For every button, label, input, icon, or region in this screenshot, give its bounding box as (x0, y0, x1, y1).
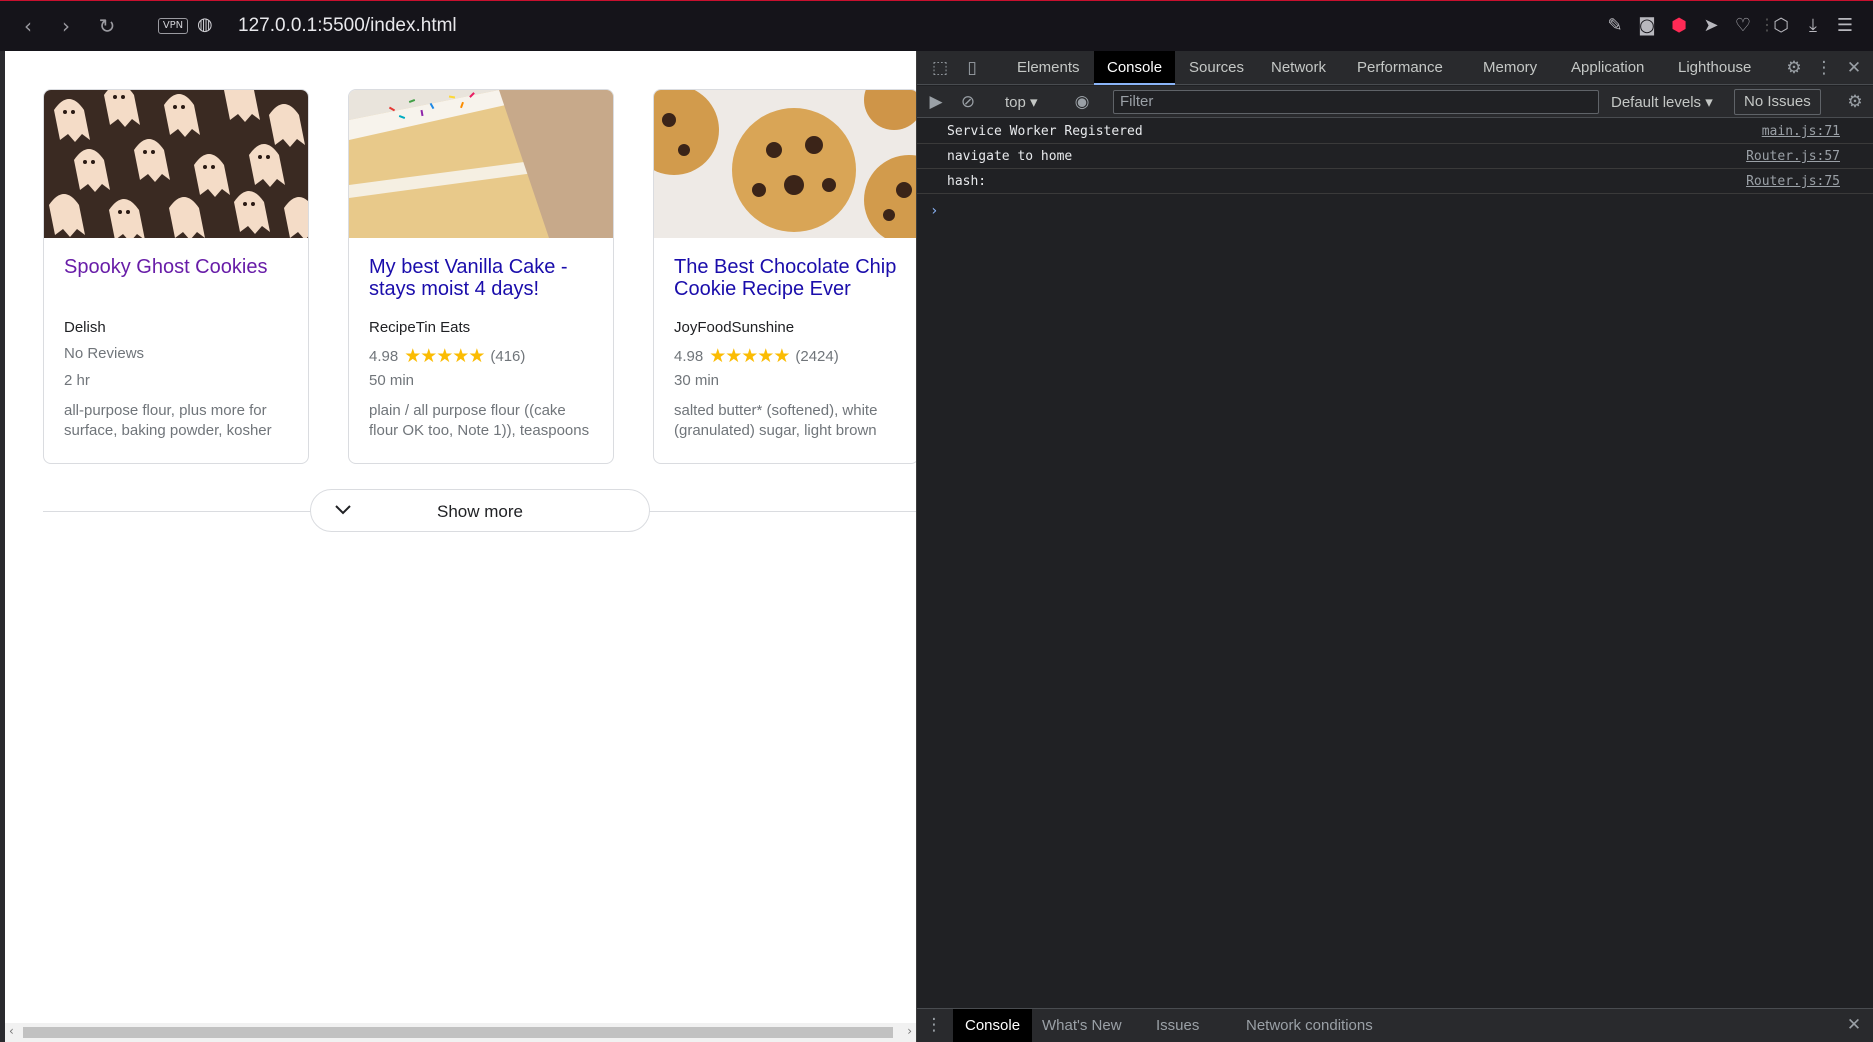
globe-icon[interactable]: ◍ (197, 14, 213, 35)
close-icon[interactable]: ✕ (1843, 57, 1865, 79)
review-count: (416) (490, 347, 526, 365)
reviews-text: No Reviews (64, 345, 145, 362)
drawer-menu-icon[interactable]: ⋮ (923, 1014, 945, 1036)
edit-icon[interactable]: ✎ (1599, 13, 1631, 39)
recipe-source: RecipeTin Eats (369, 319, 471, 336)
log-message: navigate to home (947, 149, 1073, 164)
scrollbar-thumb[interactable] (23, 1027, 893, 1038)
recipe-title[interactable]: Spooky Ghost Cookies (64, 256, 294, 278)
recipe-ingredients: salted butter* (softened), white (granul… (674, 402, 878, 439)
log-message: hash: (947, 174, 987, 189)
sidebar-toggle-icon[interactable]: ▶ (925, 91, 947, 113)
reload-icon[interactable]: ↻ (95, 13, 119, 39)
download-icon[interactable]: ⤓ (1797, 13, 1829, 39)
recipe-card[interactable]: Spooky Ghost Cookies Delish No Reviews 2… (43, 89, 309, 464)
scroll-right-icon[interactable]: › (907, 1024, 912, 1038)
shield-icon[interactable]: ⬢ (1663, 13, 1695, 39)
log-source-link[interactable]: main.js:71 (1762, 119, 1840, 144)
browser-toolbar: ‹ › ↻ VPN ◍ 127.0.0.1:5500/index.html ✎ … (0, 0, 1873, 51)
more-options-icon[interactable]: ⋮ (1813, 57, 1835, 79)
recipe-ingredients: plain / all purpose flour ((cake flour O… (369, 402, 590, 439)
back-icon[interactable]: ‹ (16, 13, 40, 39)
device-toolbar-icon[interactable]: ▯ (961, 57, 983, 79)
recipe-time: 30 min (674, 372, 720, 389)
log-entry: Service Worker Registered main.js:71 (917, 119, 1873, 144)
filter-input[interactable]: Filter (1113, 90, 1599, 114)
drawer-tab-whats-new[interactable]: What's New (1030, 1009, 1134, 1042)
recipe-rating: 4.98 ★★★★★ (2424) (674, 345, 839, 367)
drawer-tab-issues[interactable]: Issues (1144, 1009, 1211, 1042)
camera-icon[interactable]: ◙ (1631, 13, 1663, 39)
forward-icon[interactable]: › (54, 13, 78, 39)
recipe-image (44, 90, 308, 238)
rating-value: 4.98 (674, 347, 704, 365)
inspect-element-icon[interactable]: ⬚ (929, 57, 951, 79)
log-message: Service Worker Registered (947, 124, 1143, 139)
console-log: Service Worker Registered main.js:71 nav… (917, 119, 1873, 219)
issues-button[interactable]: No Issues (1734, 89, 1821, 115)
recipe-title[interactable]: My best Vanilla Cake - stays moist 4 day… (369, 256, 599, 300)
recipe-rating: No Reviews (64, 345, 144, 362)
toolbar-icons: ✎ ◙ ⬢ ➤ ♡ ⋮ ⬡ ⤓ ☰ (1599, 13, 1861, 39)
tab-console[interactable]: Console (1094, 51, 1176, 85)
star-rating-icon: ★★★★★ (404, 345, 485, 367)
drawer-tab-network-conditions[interactable]: Network conditions (1234, 1009, 1385, 1042)
star-rating-icon: ★★★★★ (709, 345, 790, 367)
context-label: top (1005, 94, 1026, 111)
recipe-card[interactable]: The Best Chocolate Chip Cookie Recipe Ev… (653, 89, 916, 464)
tab-lighthouse[interactable]: Lighthouse (1665, 51, 1764, 85)
drawer-tab-console[interactable]: Console (953, 1009, 1033, 1042)
recipe-source: JoyFoodSunshine (674, 319, 795, 336)
gear-icon[interactable]: ⚙ (1783, 57, 1805, 79)
scroll-left-icon[interactable]: ‹ (9, 1024, 14, 1038)
vpn-badge[interactable]: VPN (158, 18, 188, 34)
log-levels-dropdown[interactable]: Default levels ▾ (1611, 93, 1713, 111)
context-selector[interactable]: top ▾ (1005, 93, 1038, 111)
log-entry: hash: Router.js:75 (917, 169, 1873, 194)
recipe-image (349, 90, 613, 238)
drawer-close-icon[interactable]: ✕ (1843, 1014, 1865, 1036)
page-viewport: Spooky Ghost Cookies Delish No Reviews 2… (0, 51, 916, 1042)
log-source-link[interactable]: Router.js:57 (1746, 144, 1840, 169)
recipe-time: 50 min (369, 372, 415, 389)
devtools-drawer: ⋮ Console What's New Issues Network cond… (917, 1008, 1873, 1042)
recipe-card[interactable]: My best Vanilla Cake - stays moist 4 day… (348, 89, 614, 464)
tab-performance[interactable]: Performance (1344, 51, 1456, 85)
recipe-time: 2 hr (64, 372, 90, 389)
recipe-rating: 4.98 ★★★★★ (416) (369, 345, 525, 367)
show-more-button[interactable]: Show more (310, 489, 650, 532)
devtools-tabbar: ⬚ ▯ Elements Console Sources Network Per… (917, 51, 1873, 85)
levels-label: Default levels (1611, 94, 1702, 111)
menu-icon[interactable]: ☰ (1829, 13, 1861, 39)
tab-elements[interactable]: Elements (1004, 51, 1093, 85)
tab-memory[interactable]: Memory (1470, 51, 1550, 85)
address-bar[interactable]: 127.0.0.1:5500/index.html (238, 15, 457, 37)
devtools-panel: ⬚ ▯ Elements Console Sources Network Per… (916, 51, 1873, 1042)
recipe-source: Delish (64, 319, 106, 336)
console-toolbar: ▶ ⊘ top ▾ ◉ Filter Default levels ▾ No I… (917, 86, 1873, 118)
tab-sources[interactable]: Sources (1176, 51, 1257, 85)
recipe-title[interactable]: The Best Chocolate Chip Cookie Recipe Ev… (674, 256, 904, 300)
tab-network[interactable]: Network (1258, 51, 1339, 85)
recipe-image (654, 90, 916, 238)
eye-icon[interactable]: ◉ (1071, 91, 1093, 113)
show-more-label: Show more (437, 502, 523, 521)
cube-icon[interactable]: ⬡ (1765, 13, 1797, 39)
tab-application[interactable]: Application (1558, 51, 1657, 85)
send-icon[interactable]: ➤ (1695, 13, 1727, 39)
console-prompt-icon[interactable]: › (930, 203, 938, 219)
rating-value: 4.98 (369, 347, 399, 365)
heart-icon[interactable]: ♡ (1727, 13, 1759, 39)
console-settings-icon[interactable]: ⚙ (1844, 91, 1866, 113)
recipe-ingredients: all-purpose flour, plus more for surface… (64, 402, 272, 439)
log-entry: navigate to home Router.js:57 (917, 144, 1873, 169)
log-source-link[interactable]: Router.js:75 (1746, 169, 1840, 194)
clear-console-icon[interactable]: ⊘ (957, 91, 979, 113)
horizontal-scrollbar[interactable]: ‹ › (5, 1023, 916, 1042)
review-count: (2424) (795, 347, 839, 365)
